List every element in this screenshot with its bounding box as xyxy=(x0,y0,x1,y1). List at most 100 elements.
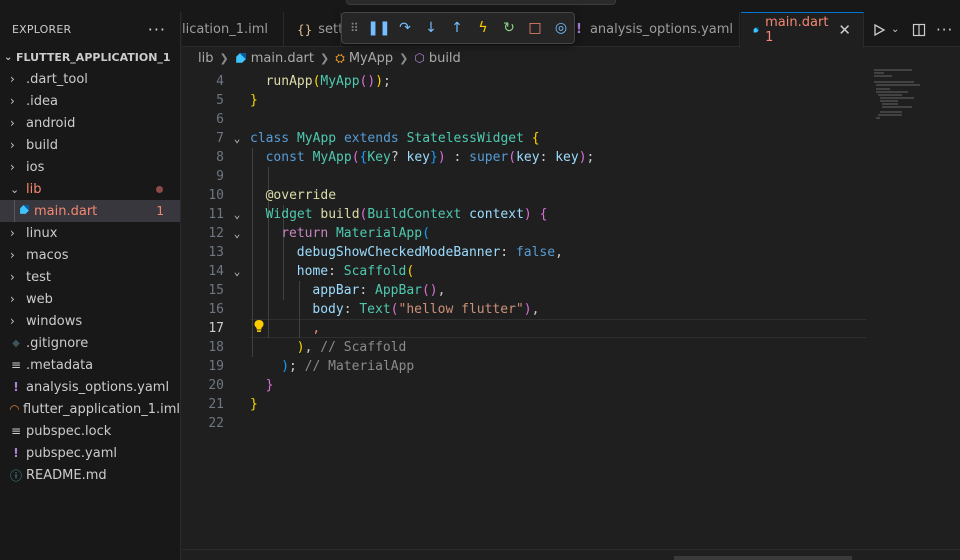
code-line[interactable]: 6 xyxy=(182,110,960,129)
tree-item[interactable]: › ios xyxy=(0,156,180,178)
command-center[interactable] xyxy=(346,0,616,5)
tree-item[interactable]: ◆ .gitignore xyxy=(0,332,180,354)
line-number: 11 xyxy=(208,207,224,222)
drag-handle-icon[interactable]: ⠿ xyxy=(350,21,366,35)
tab-analysis-options[interactable]: ! analysis_options.yaml xyxy=(572,12,740,47)
chevron-right-icon: › xyxy=(10,72,15,86)
line-number: 10 xyxy=(208,188,224,203)
json-braces-icon: {} xyxy=(297,22,313,37)
yaml-exclaim-icon: ! xyxy=(576,22,582,37)
chevron-right-icon: › xyxy=(10,94,15,108)
lightbulb-icon[interactable] xyxy=(253,319,265,333)
tree-item[interactable]: ◠ flutter_application_1.iml xyxy=(0,398,180,420)
more-actions-icon[interactable]: ··· xyxy=(148,20,166,39)
yaml-exclaim-icon: ! xyxy=(13,446,19,460)
code-line[interactable]: 15 appBar: AppBar(), xyxy=(182,281,960,300)
code-line[interactable]: 10 @override xyxy=(182,186,960,205)
tree-item[interactable]: ⌄ lib xyxy=(0,178,180,200)
code-line[interactable]: 5} xyxy=(182,91,960,110)
code-line[interactable]: 7 ⌄ class MyApp extends StatelessWidget { xyxy=(182,129,960,148)
code-text: home: Scaffold( xyxy=(296,264,415,279)
tree-item[interactable]: ≡ pubspec.lock xyxy=(0,420,180,442)
code-line[interactable]: 17, xyxy=(182,319,960,338)
tree-item-label: pubspec.lock xyxy=(26,423,112,439)
code-text: appBar: AppBar(), xyxy=(312,283,446,298)
tree-item[interactable]: › test xyxy=(0,266,180,288)
tree-item-label: build xyxy=(26,137,58,153)
tree-item[interactable]: › .idea xyxy=(0,90,180,112)
code-text: } xyxy=(250,397,258,412)
code-line[interactable]: 8 const MyApp({Key? key}) : super(key: ke… xyxy=(182,148,960,167)
breadcrumb-lib[interactable]: lib xyxy=(198,51,213,66)
code-line[interactable]: 12 ⌄ return MaterialApp( xyxy=(182,224,960,243)
tree-item[interactable]: ≡ .metadata xyxy=(0,354,180,376)
tab-settings[interactable]: {} setti xyxy=(285,12,347,47)
code-line[interactable]: 22 xyxy=(182,414,960,433)
title-bar xyxy=(0,0,960,12)
tree-item-label: lib xyxy=(26,181,42,197)
tree-item-label: linux xyxy=(26,225,58,241)
code-line[interactable]: 20} xyxy=(182,376,960,395)
tree-item-label: analysis_options.yaml xyxy=(26,379,170,395)
tree-item[interactable]: main.dart 1 xyxy=(0,200,180,222)
devtools-icon[interactable]: ◎ xyxy=(548,20,574,36)
run-button[interactable]: ⌄ xyxy=(872,12,899,47)
fold-chevron-icon[interactable]: ⌄ xyxy=(224,227,250,240)
close-icon[interactable]: ✕ xyxy=(838,21,851,39)
code-line[interactable]: 16 body: Text("hellow flutter"), xyxy=(182,300,960,319)
debug-toolbar: ⠿ ❚❚ ↷ ↓ ↑ ϟ ↻ □ ◎ xyxy=(341,12,575,44)
workspace-root[interactable]: ⌄ FLUTTER_APPLICATION_1 xyxy=(0,46,180,68)
code-editor[interactable]: 4 runApp(MyApp()); 5} 6 7 ⌄ class MyApp extend… xyxy=(182,69,960,549)
tab-main-dart[interactable]: main.dart 1 ✕ xyxy=(741,12,864,47)
restart-icon[interactable]: ↻ xyxy=(496,20,522,36)
step-into-icon[interactable]: ↓ xyxy=(418,20,444,36)
tree-item[interactable]: › web xyxy=(0,288,180,310)
yaml-exclaim-icon: ! xyxy=(13,380,19,394)
breadcrumb-file[interactable]: main.dart xyxy=(251,51,314,66)
minimap[interactable] xyxy=(862,69,946,129)
pause-icon[interactable]: ❚❚ xyxy=(366,20,392,36)
code-text: ), // Scaffold xyxy=(296,340,407,355)
split-editor-icon xyxy=(912,23,926,36)
tree-item[interactable]: ! analysis_options.yaml xyxy=(0,376,180,398)
more-actions-icon[interactable]: ··· xyxy=(936,12,953,47)
tree-item-label: .gitignore xyxy=(26,335,89,351)
horizontal-scrollbar[interactable] xyxy=(674,556,852,560)
chevron-down-icon[interactable]: ⌄ xyxy=(891,24,899,35)
stop-icon[interactable]: □ xyxy=(522,20,548,36)
tree-item[interactable]: ⓘ README.md xyxy=(0,464,180,486)
tree-item[interactable]: › macos xyxy=(0,244,180,266)
tab-label: lication_1.iml xyxy=(182,22,269,37)
fold-chevron-icon[interactable]: ⌄ xyxy=(224,208,250,221)
code-line[interactable]: 21} xyxy=(182,395,960,414)
line-number: 15 xyxy=(208,283,224,298)
step-out-icon[interactable]: ↑ xyxy=(444,20,470,36)
split-editor-button[interactable] xyxy=(912,12,926,47)
tab-iml[interactable]: lication_1.iml xyxy=(182,12,284,47)
code-line[interactable]: 9 xyxy=(182,167,960,186)
code-line[interactable]: 13 debugShowCheckedModeBanner: false, xyxy=(182,243,960,262)
code-line[interactable]: 18), // Scaffold xyxy=(182,338,960,357)
breadcrumb-class[interactable]: MyApp xyxy=(349,51,393,66)
chevron-right-icon: › xyxy=(10,248,15,262)
tree-item[interactable]: ! pubspec.yaml xyxy=(0,442,180,464)
tree-item-label: macos xyxy=(26,247,69,263)
chevron-down-icon: ⌄ xyxy=(10,182,20,196)
code-line[interactable]: 11 ⌄ Widget build(BuildContext context) { xyxy=(182,205,960,224)
tree-item[interactable]: › build xyxy=(0,134,180,156)
code-line[interactable]: 14 ⌄ home: Scaffold( xyxy=(182,262,960,281)
tree-item[interactable]: › android xyxy=(0,112,180,134)
breadcrumb-method[interactable]: build xyxy=(429,51,461,66)
hot-reload-icon[interactable]: ϟ xyxy=(470,20,496,36)
tree-item[interactable]: › windows xyxy=(0,310,180,332)
code-line[interactable]: 19); // MaterialApp xyxy=(182,357,960,376)
fold-chevron-icon[interactable]: ⌄ xyxy=(224,132,250,145)
tree-item[interactable]: › linux xyxy=(0,222,180,244)
tree-item-label: test xyxy=(26,269,51,285)
fold-chevron-icon[interactable]: ⌄ xyxy=(224,265,250,278)
code-text: debugShowCheckedModeBanner: false, xyxy=(296,245,563,260)
code-line[interactable]: 4 runApp(MyApp()); xyxy=(182,72,960,91)
step-over-icon[interactable]: ↷ xyxy=(392,20,418,36)
chevron-right-icon: ❯ xyxy=(399,51,409,65)
tree-item[interactable]: › .dart_tool xyxy=(0,68,180,90)
